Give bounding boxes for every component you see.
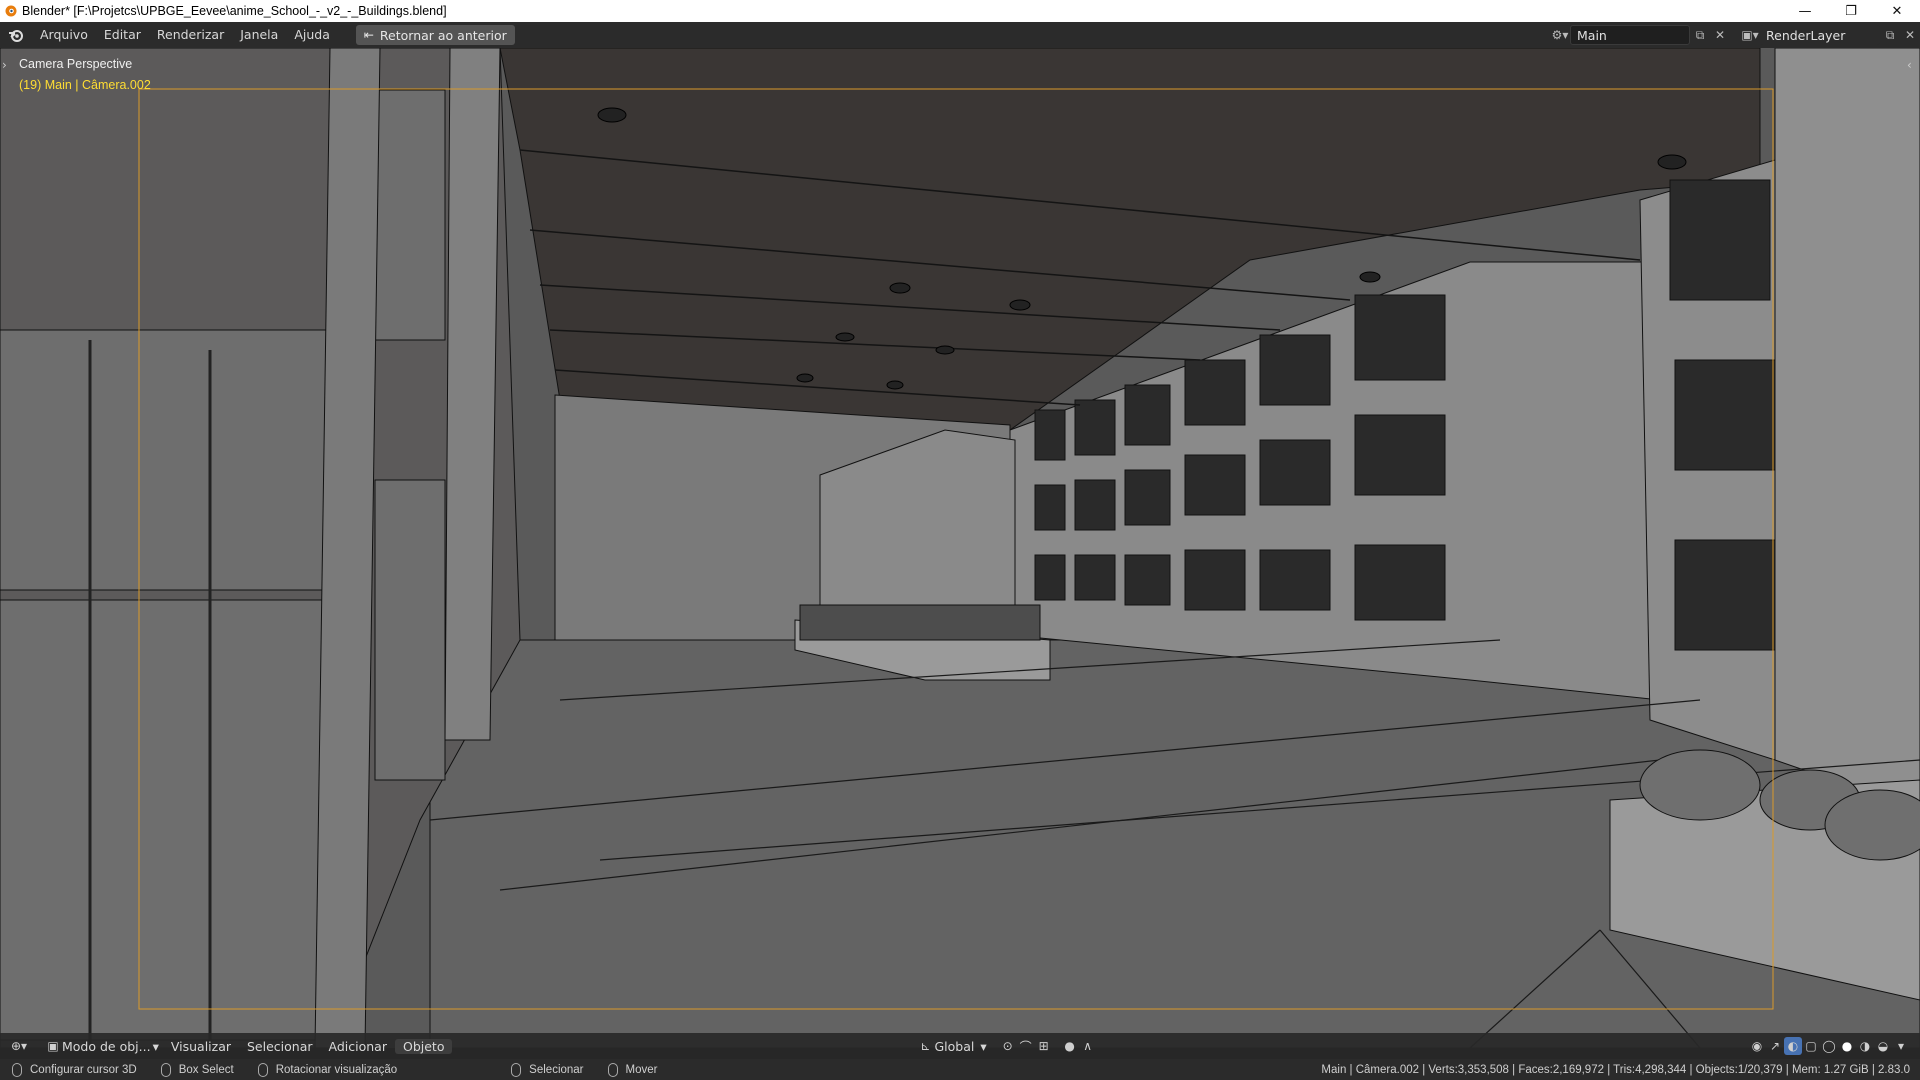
- toolshelf-toggle-icon[interactable]: ›: [2, 58, 7, 72]
- pivot-point-icon[interactable]: ⊙: [999, 1037, 1017, 1055]
- hint-move: Mover: [607, 1062, 657, 1077]
- 3d-viewport[interactable]: Camera Perspective (19) Main | Câmera.00…: [0, 48, 1920, 1048]
- blender-logo-icon[interactable]: [6, 25, 26, 45]
- camera-info-label: (19) Main | Câmera.002: [19, 78, 151, 92]
- new-scene-icon[interactable]: ⧉: [1690, 25, 1710, 45]
- toolbar-toggle-icon[interactable]: ‹: [1907, 58, 1912, 72]
- blender-app-icon: [4, 4, 18, 18]
- shading-rendered-icon[interactable]: ◒: [1874, 1037, 1892, 1055]
- hint-set-cursor: Configurar cursor 3D: [0, 1062, 137, 1077]
- falloff-icon[interactable]: ∧: [1079, 1037, 1097, 1055]
- menu-janela[interactable]: Janela: [232, 22, 286, 48]
- snap-target-icon[interactable]: ⊞: [1035, 1037, 1053, 1055]
- menu-editar[interactable]: Editar: [96, 22, 149, 48]
- viewport-header: ⊕▾ ▣ Modo de obj... ▾ Visualizar Selecio…: [0, 1033, 1920, 1059]
- close-window-button[interactable]: ✕: [1874, 0, 1920, 22]
- menu-adicionar[interactable]: Adicionar: [321, 1039, 395, 1054]
- mouse-left-icon: [12, 1062, 22, 1077]
- shading-wireframe-icon[interactable]: ◯: [1820, 1037, 1838, 1055]
- proportional-edit-icon[interactable]: ●: [1061, 1037, 1079, 1055]
- hint-select: Selecionar: [511, 1062, 584, 1077]
- gizmo-icon[interactable]: ↗: [1766, 1037, 1784, 1055]
- menu-visualizar[interactable]: Visualizar: [163, 1039, 239, 1054]
- mouse-middle-icon: [257, 1062, 268, 1077]
- top-menubar: Arquivo Editar Renderizar Janela Ajuda ⇤…: [0, 22, 1920, 48]
- scene-statistics: Main | Câmera.002 | Verts:3,353,508 | Fa…: [1321, 1063, 1910, 1076]
- snap-icon[interactable]: ⌒: [1017, 1037, 1035, 1055]
- visibility-eye-icon[interactable]: ◉: [1748, 1037, 1766, 1055]
- view-name-label: Camera Perspective: [19, 57, 133, 71]
- chevron-down-icon: ▾: [980, 1038, 987, 1054]
- chevron-down-icon: ▾: [152, 1038, 159, 1054]
- status-bar: Configurar cursor 3D Box Select Rotacion…: [0, 1059, 1920, 1080]
- view-layer-selector-icon[interactable]: ▣▾: [1740, 25, 1760, 45]
- back-to-previous-button[interactable]: ⇤ Retornar ao anterior: [355, 25, 515, 45]
- menu-ajuda[interactable]: Ajuda: [286, 22, 338, 48]
- xray-icon[interactable]: ▢: [1802, 1037, 1820, 1055]
- window-title: Blender* [F:\Projetcs\UPBGE_Eevee\anime_…: [22, 4, 447, 18]
- scene-name: Main: [1577, 27, 1607, 43]
- orientation-axes-icon: ⊾: [920, 1039, 931, 1053]
- menu-objeto[interactable]: Objeto: [394, 1038, 453, 1054]
- window-titlebar: Blender* [F:\Projetcs\UPBGE_Eevee\anime_…: [0, 0, 1920, 22]
- mouse-right-icon: [511, 1062, 522, 1077]
- transform-orientation-dropdown[interactable]: ⊾ Global ▾: [912, 1036, 990, 1056]
- overlays-icon[interactable]: ◐: [1784, 1037, 1802, 1055]
- editor-type-icon[interactable]: ⊕▾: [10, 1037, 28, 1055]
- shading-options-icon[interactable]: ▾: [1892, 1037, 1910, 1055]
- shading-solid-icon[interactable]: ●: [1838, 1037, 1856, 1055]
- delete-scene-icon[interactable]: ✕: [1710, 25, 1730, 45]
- mouse-drag-icon: [160, 1062, 171, 1077]
- hint-box-select: Box Select: [160, 1062, 234, 1077]
- maximize-button[interactable]: ❐: [1828, 0, 1874, 22]
- view-layer-field[interactable]: RenderLayer: [1760, 25, 1880, 45]
- mouse-move-icon: [607, 1062, 618, 1077]
- scene-name-field[interactable]: Main: [1570, 25, 1690, 45]
- hint-rotate-view: Rotacionar visualização: [257, 1062, 397, 1077]
- minimize-button[interactable]: —: [1782, 0, 1828, 22]
- menu-arquivo[interactable]: Arquivo: [32, 22, 96, 48]
- orientation-label: Global: [934, 1038, 975, 1054]
- scene-selector-icon[interactable]: ⚙▾: [1550, 25, 1570, 45]
- shading-material-icon[interactable]: ◑: [1856, 1037, 1874, 1055]
- menu-renderizar[interactable]: Renderizar: [149, 22, 232, 48]
- object-mode-icon: ▣: [47, 1039, 59, 1053]
- viewport-scene: [0, 48, 1920, 1048]
- mode-label: Modo de obj...: [62, 1038, 151, 1054]
- mode-selector[interactable]: ▣ Modo de obj... ▾: [40, 1036, 163, 1056]
- delete-view-layer-icon[interactable]: ✕: [1900, 25, 1920, 45]
- back-to-previous-label: Retornar ao anterior: [379, 27, 507, 43]
- menu-selecionar[interactable]: Selecionar: [239, 1039, 321, 1054]
- back-icon: ⇤: [363, 28, 374, 42]
- new-view-layer-icon[interactable]: ⧉: [1880, 25, 1900, 45]
- view-layer-name: RenderLayer: [1766, 27, 1846, 43]
